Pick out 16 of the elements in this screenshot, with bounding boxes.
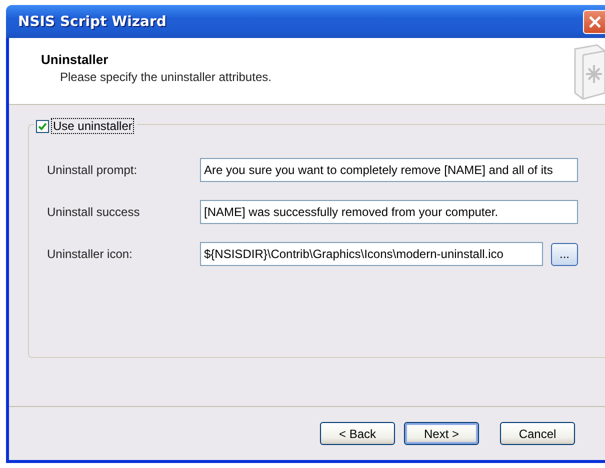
page-subtitle: Please specify the uninstaller attributes. [59, 69, 272, 84]
page-title: Uninstaller [41, 52, 110, 67]
next-button[interactable]: Next > [404, 422, 479, 445]
input-field[interactable]: Are you sure you want to completely remove [NAME] and all of its [200, 158, 578, 182]
back-button[interactable]: < Back [320, 422, 395, 445]
checkbox[interactable] [36, 120, 49, 132]
field-label: Uninstall prompt: [47, 163, 138, 177]
browse-button[interactable]: ... [551, 242, 578, 266]
input-field[interactable]: ${NSISDIR}\Contrib\Graphics\Icons\modern-uninstall.ico [200, 242, 543, 266]
field-label: Uninstall success [47, 205, 141, 219]
cancel-button[interactable]: Cancel [500, 422, 575, 445]
input-field[interactable]: [NAME] was successfully removed from your computer. [200, 200, 578, 224]
field-label: Uninstaller icon: [47, 247, 134, 261]
window-title: NSIS Script Wizard [17, 14, 166, 30]
close-button[interactable] [583, 10, 605, 34]
close-icon [588, 14, 602, 28]
